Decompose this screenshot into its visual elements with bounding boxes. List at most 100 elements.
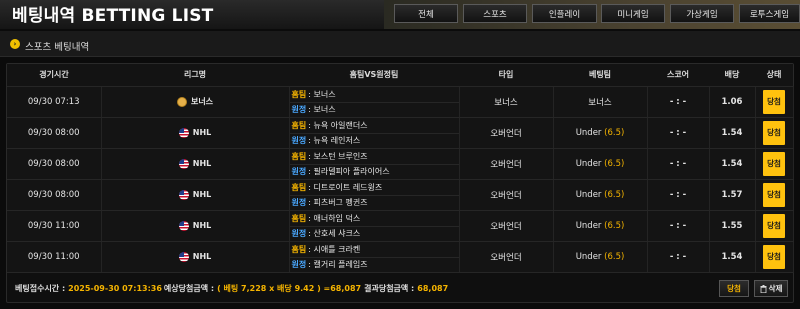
home-team-line: 홈팀: 시애틀 크라켄 <box>290 242 459 257</box>
home-team-name: : 보스턴 브루인즈 <box>308 151 368 161</box>
col-header-status: 상태 <box>755 64 793 87</box>
odds: 1.54 <box>709 148 756 180</box>
league-name: NHL <box>192 221 212 230</box>
col-header-league: 리그명 <box>101 64 289 87</box>
home-team-name: : 뉴욕 아일랜더스 <box>308 120 368 130</box>
nav-tab-virtual[interactable]: 가상게임 <box>670 4 734 23</box>
pick-team: Under <box>575 127 602 138</box>
expected-payout-value: ( 베팅 7,228 x 배당 9.42 ) =68,087 <box>217 284 362 293</box>
section-title: 스포츠 베팅내역 <box>25 42 90 53</box>
league-cell: NHL <box>101 241 290 273</box>
league-name: NHL <box>192 252 212 261</box>
score: - : - <box>647 210 710 242</box>
bet-type: 오버언더 <box>459 210 554 242</box>
match-time: 09/30 08:00 <box>7 117 102 149</box>
betting-table: 경기시간 리그명 홈팀VS원정팀 타입 베팅팀 스코어 배당 상태 09/30 … <box>7 64 794 273</box>
status-badge[interactable]: 당첨 <box>763 120 785 145</box>
status-badge[interactable]: 당첨 <box>763 182 785 207</box>
match-time: 09/30 07:13 <box>7 86 102 118</box>
away-tag: 원정 <box>291 198 307 207</box>
league-name: NHL <box>192 159 212 168</box>
arrow-right-icon: › <box>10 39 20 49</box>
pick-handicap: (6.5) <box>604 189 625 200</box>
expected-payout-label: 예상당첨금액 : <box>163 284 215 293</box>
pick-handicap: (6.5) <box>604 251 625 262</box>
pick-team: Under <box>575 189 602 200</box>
result-payout-value: 68,087 <box>417 284 449 293</box>
pick-handicap: (6.5) <box>604 220 625 231</box>
home-team-name: : 보너스 <box>308 89 336 99</box>
away-team-name: : 필라델피아 플라이어스 <box>308 167 390 176</box>
status-badge[interactable]: 당첨 <box>763 244 785 269</box>
match-time: 09/30 08:00 <box>7 148 102 180</box>
us-flag-icon <box>178 158 189 169</box>
nav-tab-all[interactable]: 전체 <box>394 4 458 23</box>
score: - : - <box>647 117 710 149</box>
status-badge[interactable]: 당첨 <box>763 89 785 114</box>
delete-button[interactable]: 삭제 <box>754 280 788 297</box>
us-flag-icon <box>178 127 189 138</box>
teams-cell: 홈팀: 디트로이트 레드윙즈 원정: 피츠버그 펭귄즈 <box>289 179 460 211</box>
away-team-name: : 산호세 샤크스 <box>308 229 361 238</box>
bet-pick-cell: Under (6.5) <box>553 179 648 211</box>
table-row: 09/30 11:00 NHL 홈팀: 애너하임 덕스 원정: 산호세 샤크스 오버언더… <box>7 210 794 242</box>
us-flag-icon <box>178 220 189 231</box>
away-tag: 원정 <box>291 105 307 114</box>
pick-team: Under <box>575 251 602 262</box>
teams-cell: 홈팀: 뉴욕 아일랜더스 원정: 뉴욕 레인저스 <box>289 117 460 149</box>
status-win-button[interactable]: 당첨 <box>719 280 749 297</box>
table-row: 09/30 08:00 NHL 홈팀: 디트로이트 레드윙즈 원정: 피츠버그 펭귄즈… <box>7 179 794 211</box>
us-flag-icon <box>178 251 189 262</box>
home-team-line: 홈팀: 애너하임 덕스 <box>290 211 459 226</box>
nav-tab-inplay[interactable]: 인플레이 <box>532 4 597 23</box>
nav-tab-lotus[interactable]: 로투스게임 <box>739 4 800 23</box>
table-row: 09/30 08:00 NHL 홈팀: 뉴욕 아일랜더스 원정: 뉴욕 레인저스 오버언… <box>7 117 794 149</box>
home-team-line: 홈팀: 보스턴 브루인즈 <box>290 149 459 164</box>
teams-cell: 홈팀: 애너하임 덕스 원정: 산호세 샤크스 <box>289 210 460 242</box>
odds: 1.06 <box>709 86 756 118</box>
odds: 1.57 <box>709 179 756 211</box>
bet-type: 오버언더 <box>459 179 554 211</box>
result-payout-label: 결과당첨금액 : <box>364 284 415 293</box>
bet-type: 오버언더 <box>459 117 554 149</box>
score: - : - <box>647 148 710 180</box>
table-row: 09/30 07:13 보너스 홈팀: 보너스 원정: 보너스 보너스 보너스 - : -1… <box>7 86 794 118</box>
delete-button-label: 삭제 <box>768 284 783 293</box>
nav-tab-minigame[interactable]: 미니게임 <box>601 4 665 23</box>
bet-type: 보너스 <box>459 86 554 118</box>
away-team-line: 원정: 보너스 <box>289 101 459 117</box>
table-header-row: 경기시간 리그명 홈팀VS원정팀 타입 베팅팀 스코어 배당 상태 <box>7 64 793 87</box>
league-cell: NHL <box>101 210 290 242</box>
away-team-name: : 뉴욕 레인저스 <box>308 136 361 145</box>
bet-type: 오버언더 <box>459 241 554 273</box>
status-badge[interactable]: 당첨 <box>763 213 785 238</box>
betting-panel: 경기시간 리그명 홈팀VS원정팀 타입 베팅팀 스코어 배당 상태 09/30 … <box>6 63 794 303</box>
col-header-odds: 배당 <box>709 64 755 87</box>
away-team-line: 원정: 캘거리 플레임즈 <box>289 256 459 272</box>
bet-summary-footer: 베팅접수시간 : 2025-09-30 07:13:36 예상당첨금액 : ( … <box>7 275 793 302</box>
bet-pick-cell: Under (6.5) <box>553 148 648 180</box>
away-team-name: : 보너스 <box>308 105 336 114</box>
bet-type: 오버언더 <box>459 148 554 180</box>
status-cell: 당첨 <box>755 117 794 149</box>
league-cell: 보너스 <box>101 86 290 118</box>
home-tag: 홈팀 <box>291 89 307 99</box>
status-badge[interactable]: 당첨 <box>763 151 785 176</box>
away-team-line: 원정: 뉴욕 레인저스 <box>289 132 459 148</box>
bonus-icon <box>176 96 187 107</box>
away-tag: 원정 <box>291 136 307 145</box>
trash-icon <box>760 284 767 293</box>
score: - : - <box>647 241 710 273</box>
nav-tab-sports[interactable]: 스포츠 <box>463 4 527 23</box>
status-cell: 당첨 <box>755 210 794 242</box>
status-cell: 당첨 <box>755 148 794 180</box>
bet-pick-cell: Under (6.5) <box>553 117 648 149</box>
col-header-score: 스코어 <box>647 64 709 87</box>
home-team-line: 홈팀: 디트로이트 레드윙즈 <box>290 180 459 195</box>
pick-team: Under <box>575 220 602 231</box>
away-team-name: : 캘거리 플레임즈 <box>308 260 368 269</box>
away-team-line: 원정: 필라델피아 플라이어스 <box>289 163 459 179</box>
bet-pick-cell: 보너스 <box>553 86 648 118</box>
bet-time-value: 2025-09-30 07:13:36 <box>68 284 162 293</box>
us-flag-icon <box>178 189 189 200</box>
